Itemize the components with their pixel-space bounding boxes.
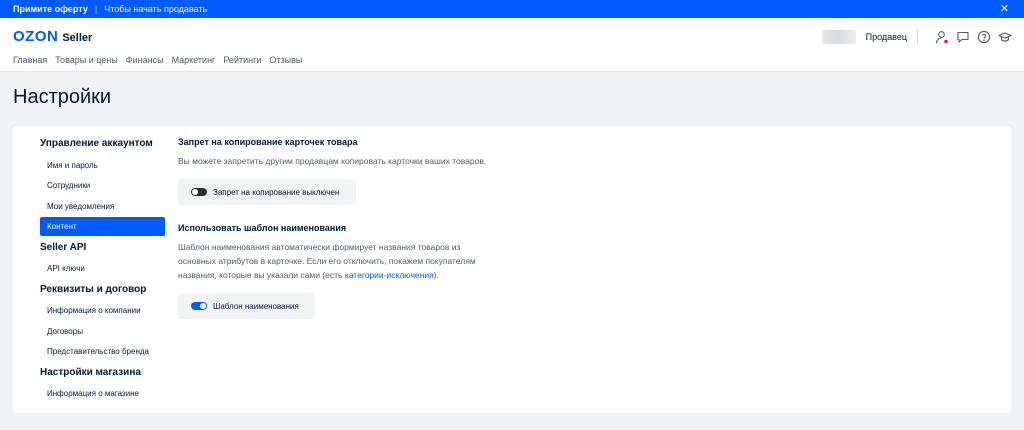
logo-sub: Seller bbox=[62, 32, 93, 44]
settings-card: Управление аккаунтом Имя и пароль Сотрудни… bbox=[13, 126, 1011, 413]
name-template-description: Шаблон наименования автоматически формир… bbox=[178, 240, 498, 282]
nav-item[interactable]: Главная bbox=[13, 55, 47, 65]
name-template-toggle-box: Шаблон наименования bbox=[178, 293, 315, 319]
seller-label[interactable]: Продавец bbox=[866, 30, 918, 44]
sidebar-item[interactable]: Информация о компании bbox=[40, 301, 165, 320]
graduation-cap-icon[interactable] bbox=[998, 30, 1012, 44]
promo-bar: Примите оферту | Чтобы начать продавать … bbox=[0, 0, 1024, 18]
logo-brand: OZON bbox=[13, 28, 59, 45]
nav-item[interactable]: Финансы bbox=[126, 55, 164, 65]
name-template-desc-tail: ). bbox=[433, 270, 439, 280]
header-tools: Продавец bbox=[821, 28, 1012, 46]
sidebar-item[interactable]: Мои уведомления bbox=[40, 197, 165, 216]
sidebar-group-title: Реквизиты и договор bbox=[40, 283, 147, 295]
name-template-title: Использовать шаблон наименования bbox=[178, 223, 347, 233]
name-template-switch[interactable] bbox=[191, 302, 207, 310]
copy-ban-switch[interactable] bbox=[191, 188, 207, 196]
sidebar-item[interactable]: API ключи bbox=[40, 259, 165, 278]
chat-icon[interactable] bbox=[956, 30, 970, 44]
accept-offer-link[interactable]: Примите оферту bbox=[13, 4, 88, 14]
sidebar-item[interactable]: Представительство бренда bbox=[40, 342, 165, 361]
sidebar-group-title: Управление аккаунтом bbox=[40, 138, 153, 149]
nav-item[interactable]: Рейтинги bbox=[223, 55, 261, 65]
nav-item[interactable]: Маркетинг bbox=[172, 55, 216, 65]
main-nav: Главная Товары и цены Финансы Маркетинг Рейт… bbox=[13, 55, 310, 65]
nav-item[interactable]: Товары и цены bbox=[55, 55, 118, 65]
exception-categories-link[interactable]: категории-исключения bbox=[345, 270, 434, 280]
seller-avatar[interactable] bbox=[821, 30, 856, 44]
help-icon[interactable] bbox=[977, 30, 991, 44]
sidebar-group-title: Seller API bbox=[40, 241, 87, 253]
sidebar-item[interactable]: Сотрудники bbox=[40, 176, 165, 195]
promo-separator: | bbox=[94, 4, 98, 14]
settings-content: Запрет на копирование карточек товара Вы… bbox=[178, 134, 498, 319]
switch-knob bbox=[192, 189, 198, 195]
user-icon[interactable] bbox=[935, 30, 949, 44]
sidebar-item[interactable]: Контент bbox=[40, 217, 165, 236]
top-header: OZON Seller Главная Товары и цены Финансы М… bbox=[0, 18, 1024, 72]
close-icon[interactable]: ✕ bbox=[1000, 0, 1009, 18]
logo[interactable]: OZON Seller bbox=[13, 28, 92, 45]
sidebar-item[interactable]: Имя и пароль bbox=[40, 156, 165, 175]
promo-text: Чтобы начать продавать bbox=[104, 4, 208, 14]
switch-knob bbox=[200, 303, 206, 309]
copy-ban-toggle-box: Запрет на копирование выключен bbox=[178, 179, 356, 205]
sidebar-group-title: Настройки магазина bbox=[40, 366, 141, 378]
settings-sidebar: Управление аккаунтом Имя и пароль Сотрудни… bbox=[40, 134, 180, 405]
page-title: Настройки bbox=[13, 86, 112, 108]
sidebar-item[interactable]: Информация о магазине bbox=[40, 384, 165, 403]
name-template-toggle-label: Шаблон наименования bbox=[213, 301, 299, 311]
sidebar-item[interactable]: Договоры bbox=[40, 322, 165, 341]
copy-ban-title: Запрет на копирование карточек товара bbox=[178, 137, 358, 147]
nav-item[interactable]: Отзывы bbox=[269, 55, 302, 65]
copy-ban-description: Вы можете запретить другим продавцам коп… bbox=[178, 156, 487, 166]
copy-ban-toggle-label: Запрет на копирование выключен bbox=[213, 187, 340, 197]
